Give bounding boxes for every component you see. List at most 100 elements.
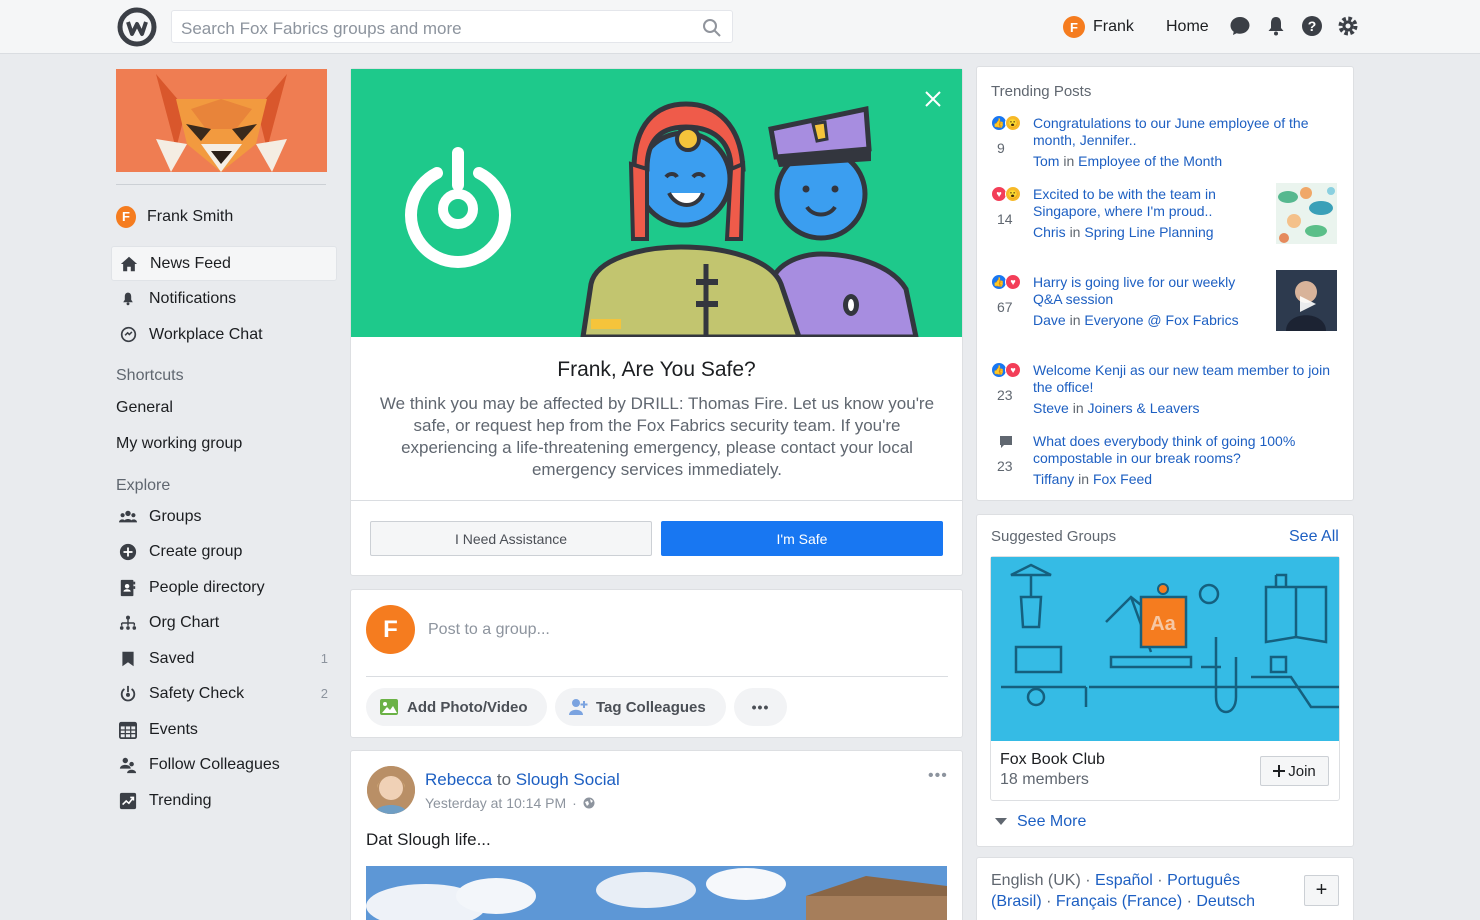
trending-post-group[interactable]: Joiners & Leavers: [1088, 400, 1200, 416]
video-thumbnail[interactable]: [1276, 270, 1337, 331]
company-cover-image[interactable]: [116, 69, 327, 172]
floral-fabric-image: [1276, 183, 1337, 244]
comment-count: 23: [997, 458, 1013, 474]
trending-post-text[interactable]: What does everybody think of going 100% …: [1033, 433, 1333, 467]
post-photo[interactable]: [366, 866, 947, 920]
settings-gear-icon[interactable]: [1336, 14, 1360, 38]
post-timestamp[interactable]: Yesterday at 10:14 PM: [425, 795, 566, 811]
author-photo: [367, 766, 415, 814]
bell-icon: [123, 292, 133, 305]
sidebar-item-trending[interactable]: Trending: [111, 783, 337, 818]
trending-posts-title: Trending Posts: [991, 83, 1092, 100]
profile-link[interactable]: F Frank: [1063, 15, 1134, 39]
language-option[interactable]: Français (France): [1056, 893, 1182, 910]
trending-post-text[interactable]: Welcome Kenji as our new team member to …: [1033, 362, 1333, 396]
sidebar-item-label: Org Chart: [149, 613, 220, 631]
join-group-button[interactable]: Join: [1260, 756, 1329, 786]
help-icon[interactable]: ?: [1300, 14, 1324, 38]
sidebar-item-label: Saved: [149, 649, 195, 667]
divider: [351, 500, 962, 501]
home-link[interactable]: Home: [1166, 18, 1209, 36]
post-text: Dat Slough life...: [366, 830, 491, 849]
avatar: F: [116, 205, 136, 228]
sidebar-item-workplace-chat[interactable]: Workplace Chat: [111, 317, 337, 352]
trending-post-author[interactable]: Tom: [1033, 153, 1059, 169]
add-photo-video-label: Add Photo/Video: [407, 698, 528, 716]
in-text: in: [1063, 153, 1075, 169]
trending-post-group[interactable]: Spring Line Planning: [1084, 224, 1213, 240]
sidebar-profile[interactable]: F Frank Smith: [111, 199, 337, 234]
sidebar-item-create-group[interactable]: Create group: [111, 534, 337, 569]
trending-post-group[interactable]: Everyone @ Fox Fabrics: [1084, 312, 1238, 328]
comment-icon: [1000, 436, 1012, 448]
need-assistance-button[interactable]: I Need Assistance: [370, 521, 652, 556]
trending-post-text[interactable]: Excited to be with the team in Singapore…: [1033, 186, 1255, 220]
trending-post-author[interactable]: Chris: [1033, 224, 1066, 240]
group-name[interactable]: Fox Book Club: [1000, 751, 1105, 769]
post-group-link[interactable]: Slough Social: [516, 770, 620, 789]
shortcut-general[interactable]: General: [116, 399, 173, 417]
sidebar-item-label: Workplace Chat: [149, 325, 263, 343]
close-icon[interactable]: [922, 88, 944, 110]
trending-post-group[interactable]: Fox Feed: [1093, 471, 1152, 487]
workplace-logo-icon[interactable]: [117, 7, 157, 47]
sidebar-item-events[interactable]: Events: [111, 712, 337, 747]
in-text: in: [1072, 400, 1084, 416]
trending-post-item[interactable]: 23 What does everybody think of going 10…: [991, 433, 1341, 491]
trending-post-author[interactable]: Dave: [1033, 312, 1066, 328]
separator-dot: ·: [572, 795, 577, 811]
sidebar-item-safety-check[interactable]: Safety Check 2: [111, 676, 337, 711]
sidebar-item-label: Create group: [149, 542, 243, 560]
shortcut-my-working-group[interactable]: My working group: [116, 435, 242, 453]
sidebar-item-news-feed[interactable]: News Feed: [111, 246, 337, 281]
sidebar-item-label: Trending: [149, 791, 212, 809]
post-options-icon[interactable]: •••: [928, 767, 948, 785]
post-thumbnail[interactable]: [1276, 183, 1337, 244]
sky-photo: [366, 866, 947, 920]
sidebar-item-follow-colleagues[interactable]: Follow Colleagues: [111, 747, 337, 782]
trending-post-author[interactable]: Steve: [1033, 400, 1069, 416]
im-safe-button[interactable]: I'm Safe: [661, 521, 943, 556]
safety-check-message: We think you may be affected by DRILL: T…: [379, 394, 935, 479]
more-languages-button[interactable]: +: [1304, 875, 1339, 906]
post-header: Rebecca to Slough Social: [425, 770, 620, 790]
safety-check-illustration: [351, 69, 962, 337]
bell-icon[interactable]: [1264, 14, 1288, 38]
see-all-link[interactable]: See All: [1289, 528, 1339, 546]
trending-post-item[interactable]: 👍 😮 9 Congratulations to our June employe…: [991, 115, 1341, 173]
chat-icon[interactable]: [1228, 14, 1252, 38]
separator: ·: [1152, 872, 1168, 889]
avatar[interactable]: [367, 766, 415, 814]
sidebar-item-saved[interactable]: Saved 1: [111, 641, 337, 676]
suggested-groups-title: Suggested Groups: [991, 528, 1117, 545]
search-icon[interactable]: [702, 18, 722, 38]
trending-post-text[interactable]: Congratulations to our June employee of …: [1033, 115, 1333, 149]
join-label: Join: [1288, 762, 1316, 780]
sidebar-item-groups[interactable]: Groups: [111, 499, 337, 534]
trending-post-author[interactable]: Tiffany: [1033, 471, 1074, 487]
add-photo-video-button[interactable]: Add Photo/Video: [366, 688, 547, 726]
avatar: F: [1063, 16, 1085, 38]
sidebar-item-people-directory[interactable]: People directory: [111, 570, 337, 605]
sidebar-item-notifications[interactable]: Notifications: [111, 281, 337, 316]
trending-post-group[interactable]: Employee of the Month: [1078, 153, 1222, 169]
more-options-button[interactable]: •••: [734, 688, 787, 726]
trending-post-text[interactable]: Harry is going live for our weekly Q&A s…: [1033, 274, 1265, 308]
language-option[interactable]: Deutsch: [1196, 893, 1255, 910]
trending-post-item[interactable]: 👍 ♥ 23 Welcome Kenji as our new team memb…: [991, 362, 1341, 420]
post-composer-input[interactable]: Post to a group...: [428, 621, 550, 639]
sidebar-item-label: Safety Check: [149, 684, 245, 702]
separator: ·: [1182, 893, 1197, 910]
post-meta: Yesterday at 10:14 PM ·: [425, 795, 595, 811]
trending-post-source: Tiffany in Fox Feed: [1033, 471, 1152, 487]
sidebar-item-org-chart[interactable]: Org Chart: [111, 605, 337, 640]
tag-colleagues-button[interactable]: Tag Colleagues: [555, 688, 726, 726]
trending-post-source: Steve in Joiners & Leavers: [1033, 400, 1200, 416]
safety-check-count-badge: 2: [320, 686, 328, 701]
sidebar-divider: [116, 184, 326, 185]
post-author-link[interactable]: Rebecca: [425, 770, 492, 789]
group-cover-image[interactable]: Aa: [991, 557, 1339, 741]
see-more-groups-link[interactable]: See More: [995, 813, 1086, 831]
search-input[interactable]: Search Fox Fabrics groups and more: [171, 10, 733, 43]
language-option[interactable]: Español: [1095, 872, 1153, 889]
